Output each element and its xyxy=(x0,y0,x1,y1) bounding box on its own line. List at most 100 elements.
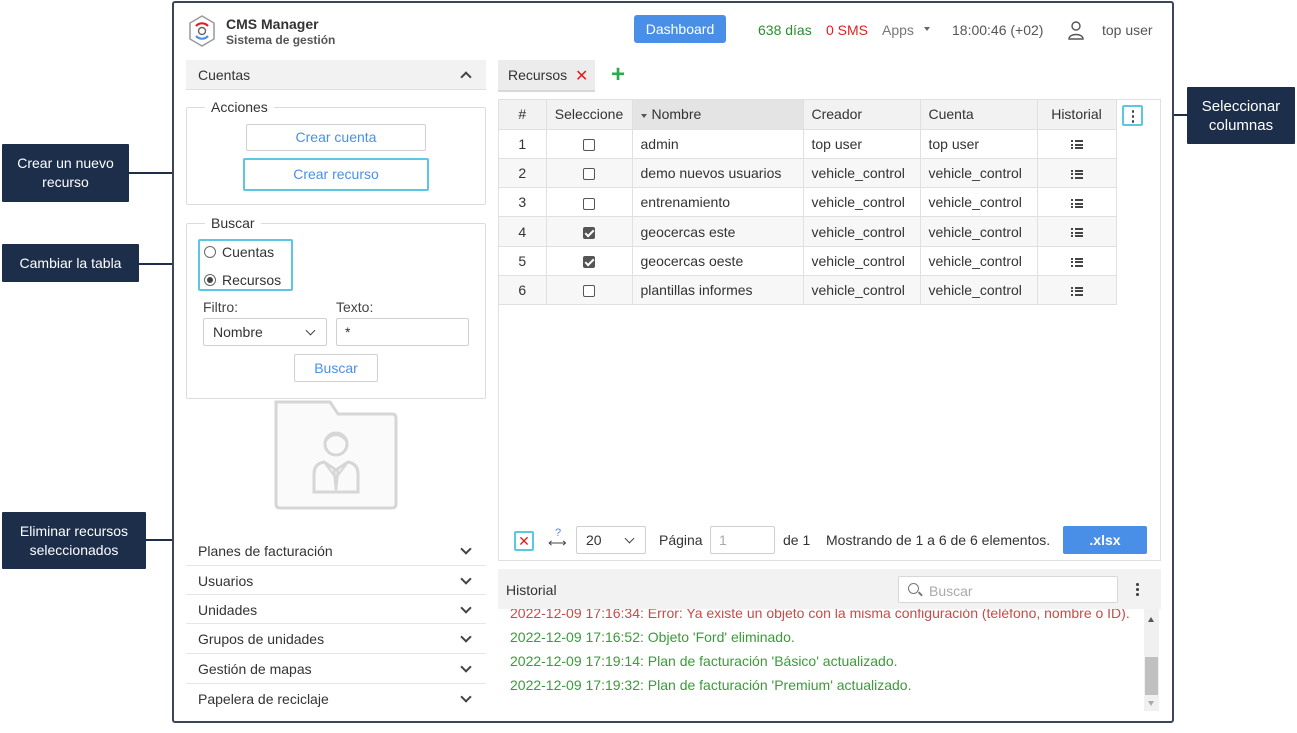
chevron-down-icon[interactable] xyxy=(460,661,472,673)
row-number[interactable]: 3 xyxy=(499,187,547,218)
row-name[interactable]: geocercas oeste xyxy=(632,246,804,276)
scroll-down-icon[interactable] xyxy=(1148,701,1154,706)
radio-accounts[interactable] xyxy=(204,246,216,258)
export-xlsx-button[interactable]: .xlsx xyxy=(1063,526,1147,554)
sidebar-section[interactable]: Unidades xyxy=(186,594,486,624)
table-row[interactable]: 1 admin top user top user xyxy=(499,129,1117,159)
row-creator[interactable]: vehicle_control xyxy=(803,246,921,276)
row-creator[interactable]: vehicle_control xyxy=(803,275,921,306)
page-input[interactable]: 1 xyxy=(710,526,775,554)
sidebar-section[interactable]: Grupos de unidades xyxy=(186,623,486,653)
apps-menu[interactable]: Apps xyxy=(882,22,914,38)
row-checkbox[interactable] xyxy=(583,168,595,181)
row-account[interactable]: vehicle_control xyxy=(920,187,1038,218)
scroll-up-icon[interactable] xyxy=(1148,617,1154,622)
add-tab-icon[interactable]: + xyxy=(611,61,625,89)
table-row[interactable]: 6 plantillas informes vehicle_control vehic… xyxy=(499,275,1117,306)
table-row[interactable]: 5 geocercas oeste vehicle_control vehicle_c… xyxy=(499,246,1117,276)
chevron-up-icon[interactable] xyxy=(460,71,472,83)
row-account[interactable]: vehicle_control xyxy=(920,246,1038,276)
history-menu-icon[interactable] xyxy=(1136,583,1140,597)
text-input[interactable]: * xyxy=(336,318,469,346)
row-checkbox[interactable] xyxy=(583,285,595,298)
row-number[interactable]: 4 xyxy=(499,216,547,247)
history-list-icon[interactable] xyxy=(1070,286,1083,296)
chevron-down-icon[interactable] xyxy=(460,543,472,555)
row-account[interactable]: vehicle_control xyxy=(920,158,1038,189)
chevron-down-icon[interactable] xyxy=(460,691,472,703)
col-name[interactable]: Nombre xyxy=(632,100,804,130)
close-icon[interactable]: ✕ xyxy=(575,66,588,86)
search-button[interactable]: Buscar xyxy=(294,354,378,382)
table-row[interactable]: 4 geocercas este vehicle_control vehicle_co… xyxy=(499,216,1117,247)
fit-columns-icon[interactable]: ? ⟷ xyxy=(548,527,568,550)
scroll-thumb[interactable] xyxy=(1145,657,1158,695)
row-name[interactable]: demo nuevos usuarios xyxy=(632,158,804,189)
page-size-select[interactable]: 20 xyxy=(576,526,646,554)
row-account[interactable]: vehicle_control xyxy=(920,275,1038,306)
username[interactable]: top user xyxy=(1102,22,1153,38)
select-columns-button[interactable] xyxy=(1122,105,1143,126)
row-creator[interactable]: top user xyxy=(803,129,921,159)
row-checkbox[interactable] xyxy=(583,197,595,210)
create-resource-button[interactable]: Crear recurso xyxy=(243,158,429,191)
chevron-down-icon[interactable] xyxy=(460,602,472,614)
sms-counter[interactable]: 0 SMS xyxy=(826,22,868,38)
apps-caret-icon[interactable] xyxy=(924,27,930,31)
clock: 18:00:46 (+02) xyxy=(952,22,1044,38)
days-remaining[interactable]: 638 días xyxy=(758,22,812,38)
col-select[interactable]: Seleccione xyxy=(546,100,633,130)
history-log-line: 2022-12-09 17:16:34: Error: Ya existe un… xyxy=(510,609,1130,621)
chevron-down-icon[interactable] xyxy=(460,573,472,585)
row-number[interactable]: 2 xyxy=(499,158,547,189)
sidebar-section-label: Gestión de mapas xyxy=(198,661,312,677)
row-checkbox[interactable] xyxy=(583,138,595,151)
row-account[interactable]: top user xyxy=(920,129,1038,159)
row-checkbox[interactable] xyxy=(583,226,595,239)
row-creator[interactable]: vehicle_control xyxy=(803,187,921,218)
tab-resources[interactable]: Recursos ✕ xyxy=(498,60,595,92)
row-name[interactable]: plantillas informes xyxy=(632,275,804,306)
history-scrollbar[interactable] xyxy=(1144,609,1159,711)
history-list-icon[interactable] xyxy=(1070,257,1083,267)
accordion-accounts[interactable]: Cuentas xyxy=(186,60,486,90)
sidebar-section[interactable]: Gestión de mapas xyxy=(186,653,486,683)
row-number[interactable]: 6 xyxy=(499,275,547,306)
history-list-icon[interactable] xyxy=(1070,140,1083,150)
sidebar-section[interactable]: Planes de facturación xyxy=(186,536,486,566)
radio-resources[interactable] xyxy=(204,274,216,286)
col-creator[interactable]: Creador xyxy=(803,100,921,130)
row-number[interactable]: 1 xyxy=(499,129,547,159)
history-list-icon[interactable] xyxy=(1070,228,1083,238)
col-history[interactable]: Historial xyxy=(1037,100,1117,130)
table-row[interactable]: 3 entrenamiento vehicle_control vehicle_con… xyxy=(499,187,1117,218)
row-number[interactable]: 5 xyxy=(499,246,547,276)
row-account[interactable]: vehicle_control xyxy=(920,216,1038,247)
radio-accounts-label[interactable]: Cuentas xyxy=(222,244,274,260)
history-search-input[interactable]: Buscar xyxy=(898,576,1118,603)
history-list-icon[interactable] xyxy=(1070,169,1083,179)
sidebar-section[interactable]: Usuarios xyxy=(186,565,486,595)
row-checkbox[interactable] xyxy=(583,256,595,269)
accordion-accounts-label: Cuentas xyxy=(198,67,251,83)
row-creator[interactable]: vehicle_control xyxy=(803,158,921,189)
dashboard-button[interactable]: Dashboard xyxy=(634,15,726,43)
row-name[interactable]: admin xyxy=(632,129,804,159)
radio-resources-label[interactable]: Recursos xyxy=(222,272,281,288)
row-creator[interactable]: vehicle_control xyxy=(803,216,921,247)
col-account[interactable]: Cuenta xyxy=(920,100,1038,130)
row-name[interactable]: entrenamiento xyxy=(632,187,804,218)
user-icon[interactable] xyxy=(1067,20,1085,40)
filter-label: Filtro: xyxy=(203,299,238,315)
history-log: 2022-12-09 17:16:34: Error: Ya existe un… xyxy=(498,609,1143,711)
table-row[interactable]: 2 demo nuevos usuarios vehicle_control vehi… xyxy=(499,158,1117,189)
create-account-button[interactable]: Crear cuenta xyxy=(246,124,426,151)
delete-selected-button[interactable]: ✕ xyxy=(514,531,534,551)
sidebar-section[interactable]: Papelera de reciclaje xyxy=(186,683,486,713)
col-number[interactable]: # xyxy=(499,100,547,130)
app-subtitle: Sistema de gestión xyxy=(226,33,336,47)
chevron-down-icon[interactable] xyxy=(460,631,472,643)
history-list-icon[interactable] xyxy=(1070,199,1083,209)
row-name[interactable]: geocercas este xyxy=(632,216,804,247)
filter-select[interactable]: Nombre xyxy=(203,318,327,346)
